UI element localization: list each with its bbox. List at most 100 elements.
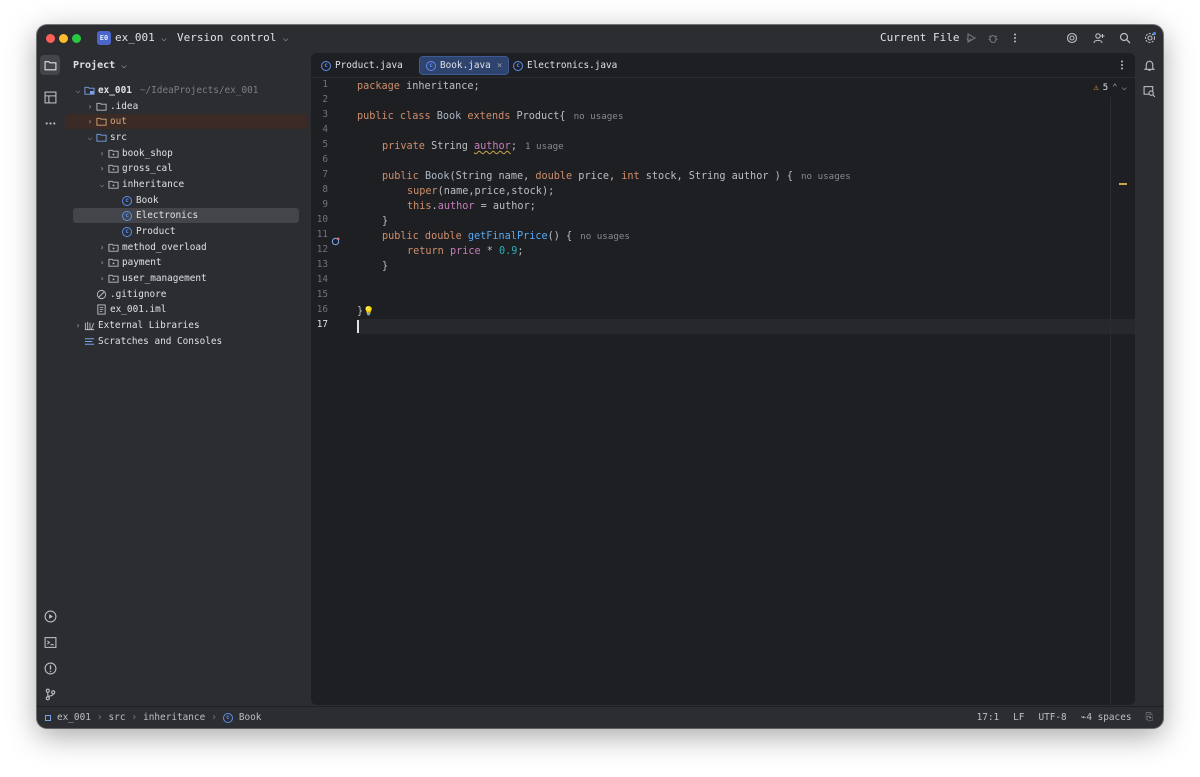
vcs-menu[interactable]: Version control ⌵	[177, 31, 288, 44]
java-class-icon: c	[121, 226, 133, 238]
usage-hint[interactable]: 1 usage	[525, 141, 564, 152]
code-with-me-button[interactable]	[1092, 31, 1106, 45]
package-icon	[107, 163, 119, 175]
tree-item-payment[interactable]: › payment	[73, 255, 299, 270]
search-everywhere-button[interactable]	[1118, 31, 1132, 45]
close-window-button[interactable]	[46, 34, 55, 43]
project-panel-header[interactable]: Project ⌵	[73, 60, 127, 71]
terminal-tool-button[interactable]	[40, 632, 60, 652]
lock-icon[interactable]: ⎘	[1145, 712, 1153, 723]
git-tool-button[interactable]	[40, 684, 60, 704]
tree-item-label: src	[110, 132, 127, 143]
ai-chat-button[interactable]	[1139, 81, 1159, 101]
search-icon	[1119, 32, 1131, 44]
breadcrumb-item[interactable]: src	[109, 712, 126, 723]
zoom-window-button[interactable]	[72, 34, 81, 43]
tree-item-electronics[interactable]: c Electronics	[73, 208, 299, 223]
tree-item-iml[interactable]: ex_001.iml	[73, 302, 299, 317]
breadcrumb-item[interactable]: Book	[239, 712, 262, 723]
tree-item-external-libraries[interactable]: › External Libraries	[73, 318, 299, 333]
indent-setting[interactable]: ⌁4 spaces	[1081, 712, 1132, 723]
chevron-right-icon[interactable]: ›	[97, 164, 107, 173]
tree-item-book-shop[interactable]: › book_shop	[73, 146, 299, 161]
notifications-button[interactable]	[1139, 55, 1159, 75]
file-encoding[interactable]: UTF-8	[1038, 712, 1066, 723]
chevron-right-icon[interactable]: ›	[97, 243, 107, 252]
package-icon	[107, 148, 119, 160]
minimize-window-button[interactable]	[59, 34, 68, 43]
tab-label: Electronics.java	[527, 60, 618, 71]
line-separator[interactable]: LF	[1013, 712, 1024, 723]
vertical-scrollbar[interactable]	[1110, 97, 1111, 705]
project-switcher[interactable]: ex_001 ⌵	[115, 31, 167, 44]
breadcrumb-item[interactable]: ex_001	[57, 712, 91, 723]
structure-tool-button[interactable]	[40, 87, 60, 107]
chevron-right-icon[interactable]: ›	[85, 117, 95, 126]
chevron-right-icon[interactable]: ›	[97, 149, 107, 158]
usage-hint[interactable]: no usages	[574, 111, 624, 122]
tab-product-java[interactable]: c Product.java	[315, 56, 409, 75]
warning-scroll-marker[interactable]	[1119, 183, 1127, 185]
ai-assistant-button[interactable]	[1065, 31, 1079, 45]
settings-button[interactable]	[1143, 31, 1157, 45]
chevron-up-icon[interactable]: ⌃	[1112, 83, 1117, 93]
code-token: int	[621, 171, 640, 182]
tree-item-gitignore[interactable]: .gitignore	[73, 287, 299, 302]
tree-item-gross-cal[interactable]: › gross_cal	[73, 161, 299, 176]
text-caret	[357, 319, 359, 333]
tab-electronics-java[interactable]: c Electronics.java	[507, 56, 623, 75]
tree-item-label: Book	[136, 195, 159, 206]
chevron-down-icon[interactable]: ⌵	[1122, 83, 1127, 93]
tree-item-user-management[interactable]: › user_management	[73, 271, 299, 286]
tree-item-out[interactable]: › out	[65, 114, 307, 129]
line-number: 11	[316, 229, 328, 240]
line-number: 15	[316, 289, 328, 300]
usage-hint[interactable]: no usages	[580, 231, 630, 242]
project-tool-button[interactable]	[40, 55, 60, 75]
tree-item-root[interactable]: ⌵ ex_001 ~/IdeaProjects/ex_001	[73, 83, 299, 98]
chevron-right-icon[interactable]: ›	[97, 258, 107, 267]
chevron-right-icon[interactable]: ›	[73, 321, 83, 330]
lightbulb-icon[interactable]: 💡	[363, 307, 374, 317]
run-config-selector[interactable]: Current File ⌵	[880, 31, 972, 44]
module-folder-icon	[83, 85, 95, 97]
caret-position[interactable]: 17:1	[977, 712, 1000, 723]
tree-item-src[interactable]: ⌵ src	[73, 130, 299, 145]
close-icon[interactable]: ×	[497, 61, 502, 71]
code-token: ;	[517, 246, 524, 257]
tree-item-label: user_management	[122, 273, 207, 284]
chevron-down-icon[interactable]: ⌵	[97, 180, 107, 189]
more-actions-button[interactable]	[1008, 31, 1022, 45]
debug-button[interactable]	[986, 31, 1000, 45]
chevron-down-icon[interactable]: ⌵	[73, 86, 83, 95]
code-token: (String name,	[449, 171, 536, 182]
title-bar: E0 ex_001 ⌵ Version control ⌵ Current Fi…	[37, 25, 1163, 53]
run-button[interactable]	[964, 31, 978, 45]
chevron-down-icon[interactable]: ⌵	[85, 133, 95, 142]
problems-tool-button[interactable]	[40, 658, 60, 678]
tree-item-inheritance[interactable]: ⌵ inheritance	[73, 177, 299, 192]
tree-item-product[interactable]: c Product	[73, 224, 299, 239]
tree-item-book[interactable]: c Book	[73, 193, 299, 208]
tree-item-method-overload[interactable]: › method_overload	[73, 240, 299, 255]
inspection-widget[interactable]: ⚠ 5 ⌃ ⌵	[1093, 83, 1127, 93]
project-badge[interactable]: E0	[97, 31, 111, 45]
status-widgets: 17:1 LF UTF-8 ⌁4 spaces ⎘	[977, 712, 1153, 723]
tree-item-idea[interactable]: › .idea	[73, 99, 299, 114]
breadcrumb-item[interactable]: inheritance	[143, 712, 205, 723]
override-gutter-icon[interactable]	[331, 231, 340, 246]
chevron-right-icon[interactable]: ›	[97, 274, 107, 283]
code-token: *	[480, 246, 500, 257]
root-path: ~/IdeaProjects/ex_001	[139, 85, 259, 96]
tab-options-button[interactable]	[1115, 58, 1129, 72]
tab-book-java[interactable]: c Book.java ×	[419, 56, 510, 75]
more-tools-button[interactable]	[40, 113, 60, 133]
package-icon	[107, 242, 119, 254]
line-number: 16	[316, 304, 328, 315]
chevron-right-icon[interactable]: ›	[85, 102, 95, 111]
usage-hint[interactable]: no usages	[801, 171, 851, 182]
code-token: String	[431, 141, 475, 152]
java-class-icon: c	[121, 195, 133, 207]
run-tool-button[interactable]	[40, 606, 60, 626]
tree-item-scratches[interactable]: Scratches and Consoles	[73, 334, 299, 349]
